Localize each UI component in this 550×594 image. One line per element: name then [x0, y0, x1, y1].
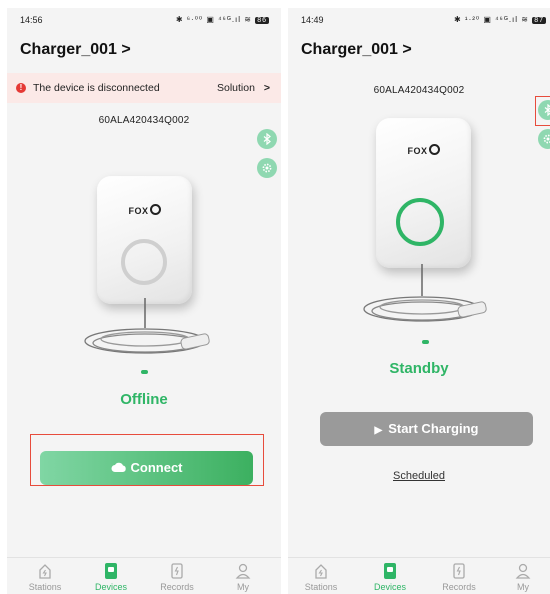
- tab-my[interactable]: My: [213, 562, 273, 592]
- device-state: Standby: [389, 360, 449, 377]
- banner-message: The device is disconnected: [33, 82, 160, 94]
- tab-label: Devices: [94, 582, 127, 592]
- bottom-tab-bar: Stations Devices Records My: [7, 557, 281, 594]
- stations-icon: [315, 564, 327, 579]
- serial-number: 60ALA420434Q002: [373, 85, 465, 96]
- records-icon: [171, 563, 183, 579]
- tab-label: Records: [160, 582, 194, 592]
- status-time: 14:56: [20, 15, 43, 25]
- connect-button[interactable]: Connect: [40, 451, 253, 485]
- tab-label: Stations: [304, 582, 338, 592]
- tab-label: My: [237, 582, 249, 592]
- records-icon: [453, 563, 465, 579]
- status-bar: 14:56 ✱ ⁶·⁰⁰ ▣ ⁴⁶ᴳ.ıl ≋ 86: [7, 8, 281, 34]
- tab-records[interactable]: Records: [429, 562, 489, 592]
- status-indicator: [141, 370, 148, 374]
- devices-icon: [384, 563, 396, 579]
- scheduled-link[interactable]: Scheduled: [288, 470, 550, 482]
- bluetooth-icon: [544, 104, 550, 116]
- tab-my[interactable]: My: [493, 562, 550, 592]
- profile-icon: [235, 563, 251, 579]
- serial-number: 60ALA420434Q002: [98, 115, 190, 126]
- play-icon: ▶: [374, 425, 383, 436]
- tab-label: Records: [442, 582, 476, 592]
- status-bar: 14:49 ✱ ¹·²⁰ ▣ ⁴⁶ᴳ.ıl ≋ 87: [288, 8, 550, 34]
- settings-button[interactable]: [257, 158, 277, 178]
- signal-icons: ✱ ¹·²⁰ ▣ ⁴⁶ᴳ.ıl ≋: [453, 15, 529, 24]
- charger-ring-icon: [121, 239, 167, 285]
- device-name: Charger_001: [20, 41, 117, 58]
- cloud-icon: [111, 462, 126, 472]
- bottom-tab-bar: Stations Devices Records My: [288, 557, 550, 594]
- solution-link[interactable]: Solution >: [217, 82, 270, 94]
- charger-ring-icon: [396, 198, 444, 246]
- signal-icons: ✱ ⁶·⁰⁰ ▣ ⁴⁶ᴳ.ıl ≋: [175, 15, 252, 24]
- chevron-right-icon: >: [121, 41, 131, 58]
- device-title[interactable]: Charger_001 >: [301, 41, 412, 59]
- devices-icon: [105, 563, 117, 579]
- tab-devices[interactable]: Devices: [360, 562, 420, 592]
- disconnected-banner[interactable]: ! The device is disconnected Solution >: [7, 73, 281, 103]
- connect-label: Connect: [130, 460, 183, 475]
- status-icons: ✱ ¹·²⁰ ▣ ⁴⁶ᴳ.ıl ≋ 87: [454, 15, 546, 24]
- battery-icon: 86: [255, 17, 269, 24]
- profile-icon: [515, 563, 531, 579]
- charger-image: FOX: [376, 118, 471, 268]
- app-screen-standby: 14:49 ✱ ¹·²⁰ ▣ ⁴⁶ᴳ.ıl ≋ 87 Charger_001 >…: [288, 8, 550, 594]
- tab-records[interactable]: Records: [147, 562, 207, 592]
- error-icon: !: [16, 83, 26, 93]
- bluetooth-button[interactable]: [257, 129, 277, 149]
- chevron-right-icon: >: [402, 41, 412, 58]
- tab-label: My: [517, 582, 529, 592]
- bluetooth-icon: [263, 133, 271, 145]
- charger-cable: [363, 264, 487, 322]
- status-time: 14:49: [301, 15, 324, 25]
- status-icons: ✱ ⁶·⁰⁰ ▣ ⁴⁶ᴳ.ıl ≋ 86: [176, 15, 269, 24]
- start-charging-button[interactable]: ▶ Start Charging: [320, 412, 533, 446]
- gear-icon: [262, 163, 272, 173]
- tab-stations[interactable]: Stations: [291, 562, 351, 592]
- settings-button[interactable]: [538, 129, 550, 149]
- device-name: Charger_001: [301, 41, 398, 58]
- solution-label: Solution: [216, 82, 255, 94]
- tab-stations[interactable]: Stations: [15, 562, 75, 592]
- battery-icon: 87: [532, 17, 546, 24]
- device-title[interactable]: Charger_001 >: [20, 41, 131, 59]
- charger-image: FOX: [97, 176, 192, 304]
- tab-label: Devices: [373, 582, 406, 592]
- charger-cable: [84, 298, 210, 354]
- start-charging-label: Start Charging: [388, 421, 479, 436]
- device-state: Offline: [120, 391, 168, 408]
- tab-label: Stations: [28, 582, 62, 592]
- app-screen-offline: 14:56 ✱ ⁶·⁰⁰ ▣ ⁴⁶ᴳ.ıl ≋ 86 Charger_001 >…: [7, 8, 281, 594]
- gear-icon: [543, 134, 550, 144]
- status-indicator: [422, 340, 429, 344]
- chevron-right-icon: >: [263, 82, 270, 94]
- tab-devices[interactable]: Devices: [81, 562, 141, 592]
- stations-icon: [39, 564, 51, 579]
